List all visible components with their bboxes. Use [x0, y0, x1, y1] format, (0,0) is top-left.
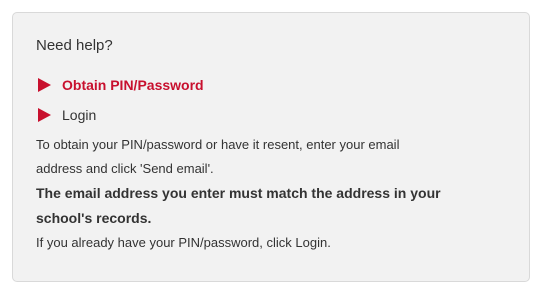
obtain-pin-password-link[interactable]: Obtain PIN/Password — [38, 77, 204, 93]
instruction-line: address and click 'Send email'. — [36, 161, 214, 176]
instruction-line: If you already have your PIN/password, c… — [36, 235, 331, 250]
instruction-bold-line: The email address you enter must match t… — [36, 185, 441, 201]
instruction-line: To obtain your PIN/password or have it r… — [36, 137, 400, 152]
login-link[interactable]: Login — [38, 107, 96, 123]
help-panel: Need help? Obtain PIN/Password Login To … — [12, 12, 530, 282]
help-instructions: To obtain your PIN/password or have it r… — [36, 133, 516, 255]
triangle-right-icon — [38, 78, 51, 92]
instruction-bold-line: school's records. — [36, 210, 152, 226]
triangle-right-icon — [38, 108, 51, 122]
help-heading: Need help? — [36, 37, 113, 54]
obtain-pin-password-label[interactable]: Obtain PIN/Password — [62, 77, 204, 93]
login-label[interactable]: Login — [62, 107, 96, 123]
